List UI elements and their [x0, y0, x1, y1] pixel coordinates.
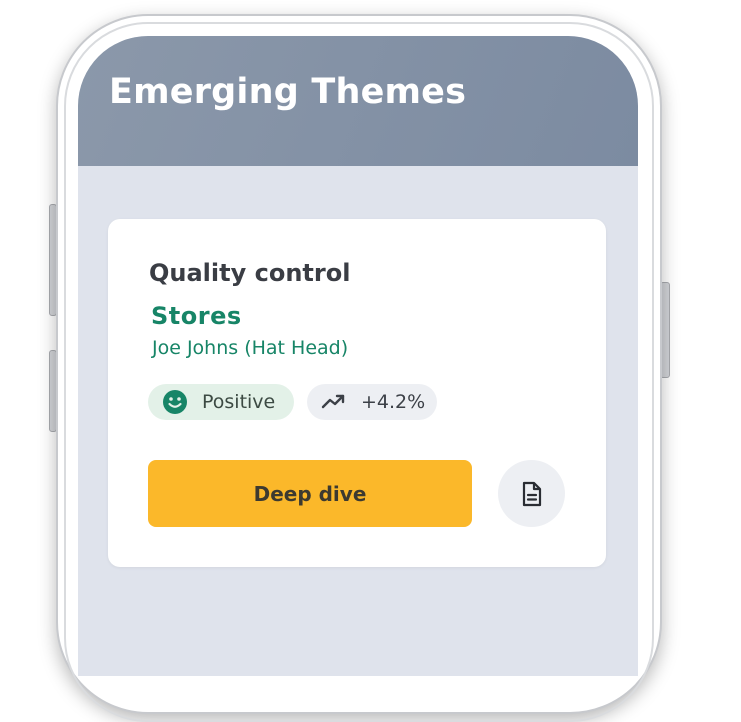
document-icon: [521, 481, 543, 507]
theme-category: Stores: [151, 302, 242, 330]
page-title: Emerging Themes: [109, 72, 467, 112]
trend-value: +4.2%: [361, 391, 426, 413]
trend-chip: +4.2%: [307, 384, 437, 420]
app-screen: Emerging Themes Quality control Stores J…: [78, 36, 638, 676]
app-header: Emerging Themes: [78, 36, 638, 166]
theme-person: Joe Johns (Hat Head): [152, 337, 349, 359]
theme-title: Quality control: [149, 259, 351, 287]
sentiment-label: Positive: [202, 391, 276, 413]
theme-card: Quality control Stores Joe Johns (Hat He…: [108, 219, 606, 567]
smiley-face-icon: [162, 389, 188, 415]
trending-up-icon: [321, 389, 347, 415]
sentiment-chip: Positive: [148, 384, 294, 420]
deep-dive-button[interactable]: Deep dive: [148, 460, 472, 527]
document-button[interactable]: [498, 460, 565, 527]
